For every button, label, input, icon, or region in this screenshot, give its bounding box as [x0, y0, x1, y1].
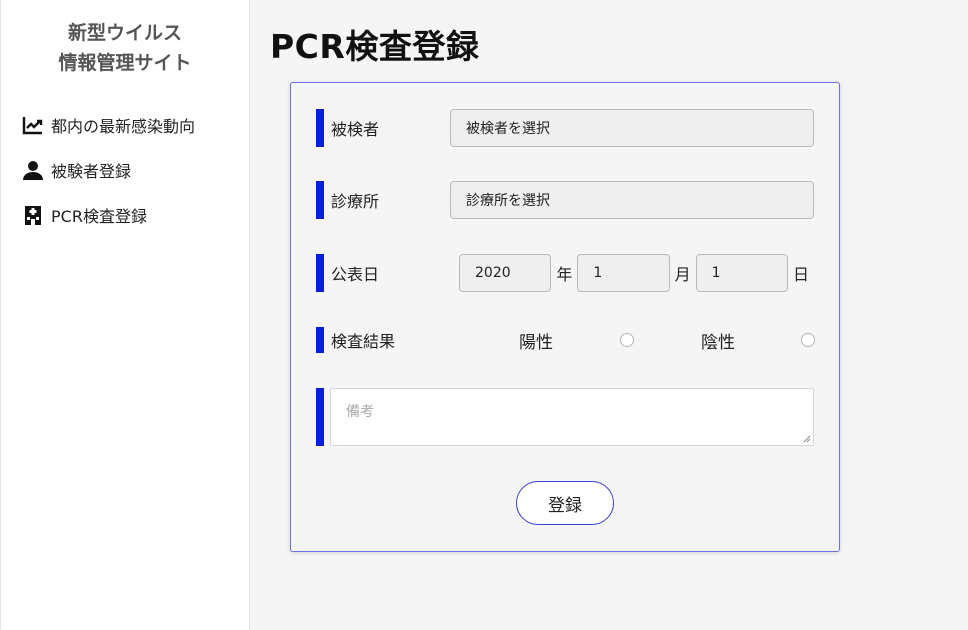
- result-label: 検査結果: [331, 332, 396, 351]
- accent-bar: [316, 327, 324, 353]
- brand-line-1: 新型ウイルス: [67, 22, 182, 44]
- pcr-form-card: 被検者 被検者を選択 診療所 診療所を選択 公表日 2020 年 1 月 1 日…: [290, 82, 840, 552]
- page-title: PCR検査登録: [270, 27, 480, 66]
- year-input[interactable]: 2020: [459, 254, 552, 292]
- sidebar-item-subject-registration[interactable]: 被験者登録: [1, 147, 249, 192]
- subject-row: 被検者 被検者を選択: [316, 109, 814, 147]
- subject-label: 被検者: [331, 120, 380, 139]
- accent-bar: [316, 109, 324, 147]
- month-unit: 月: [674, 265, 691, 284]
- accent-bar: [316, 181, 324, 219]
- year-unit: 年: [556, 265, 573, 284]
- sidebar: 新型ウイルス 情報管理サイト 都内の最新感染動向 被験者登録 PCR検査登録: [0, 0, 250, 630]
- accent-bar: [316, 254, 324, 292]
- person-icon: [23, 160, 43, 180]
- clinic-select[interactable]: 診療所を選択: [450, 181, 814, 219]
- sidebar-nav: 都内の最新感染動向 被験者登録 PCR検査登録: [1, 102, 249, 237]
- main-content: PCR検査登録 被検者 被検者を選択 診療所 診療所を選択 公表日 2020 年: [250, 0, 968, 630]
- subject-select[interactable]: 被検者を選択: [450, 109, 814, 147]
- month-input[interactable]: 1: [577, 254, 670, 292]
- sidebar-item-trends[interactable]: 都内の最新感染動向: [1, 102, 249, 147]
- sidebar-item-label: 都内の最新感染動向: [51, 116, 196, 136]
- resize-handle-icon[interactable]: [803, 435, 811, 443]
- register-button[interactable]: 登録: [516, 481, 614, 525]
- clinic-row: 診療所 診療所を選択: [316, 181, 814, 219]
- negative-label: 陰性: [701, 332, 735, 353]
- sidebar-item-pcr-registration[interactable]: PCR検査登録: [1, 192, 249, 237]
- hospital-building-icon: [25, 205, 41, 225]
- day-input[interactable]: 1: [695, 254, 788, 292]
- memo-placeholder: 備考: [346, 404, 374, 420]
- date-inputs: 2020 年 1 月 1 日: [459, 254, 814, 292]
- date-label: 公表日: [331, 265, 380, 284]
- memo-row: 備考: [316, 388, 814, 446]
- app: 新型ウイルス 情報管理サイト 都内の最新感染動向 被験者登録 PCR検査登録 P…: [0, 0, 968, 630]
- trending-chart-icon: [22, 116, 43, 134]
- day-unit: 日: [792, 265, 809, 284]
- site-brand[interactable]: 新型ウイルス 情報管理サイト: [1, 18, 249, 78]
- result-row: 検査結果 陽性 陰性: [316, 321, 815, 359]
- date-row: 公表日 2020 年 1 月 1 日: [316, 254, 814, 292]
- accent-bar: [316, 388, 324, 446]
- sidebar-item-label: 被験者登録: [51, 161, 132, 181]
- brand-line-2: 情報管理サイト: [58, 52, 192, 74]
- memo-textarea[interactable]: 備考: [330, 388, 814, 446]
- sidebar-item-label: PCR検査登録: [51, 206, 147, 226]
- positive-radio[interactable]: [620, 333, 634, 347]
- negative-radio[interactable]: [801, 333, 815, 347]
- clinic-label: 診療所: [331, 192, 380, 211]
- positive-label: 陽性: [519, 332, 553, 353]
